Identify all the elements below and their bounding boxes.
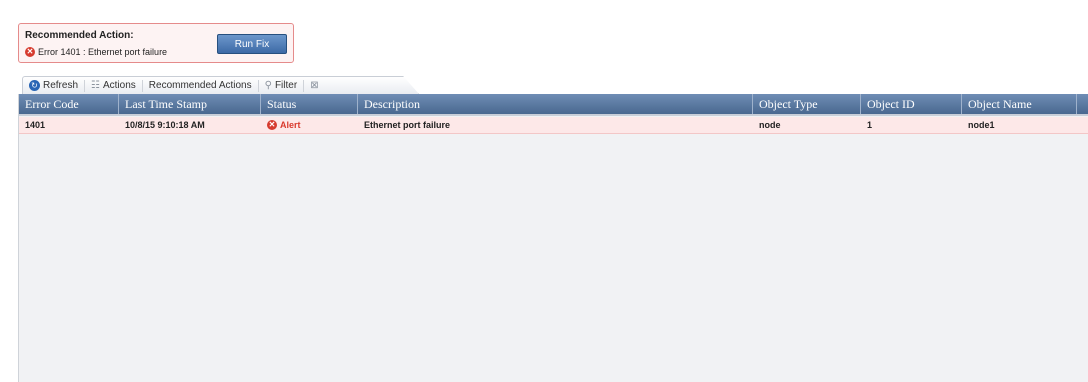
recommended-action-title: Recommended Action:	[25, 30, 134, 41]
refresh-icon: ↻	[29, 80, 40, 91]
column-header-last-time-stamp[interactable]: Last Time Stamp	[119, 94, 261, 114]
cell-object-name: node1	[968, 120, 995, 130]
grid-toolbar: ↻ Refresh ☷ Actions Recommended Actions …	[22, 76, 419, 94]
alert-icon: ✕	[267, 120, 277, 130]
export-icon: ⊠	[310, 80, 319, 91]
recommended-actions-button[interactable]: Recommended Actions	[143, 79, 259, 92]
status-text: Alert	[280, 120, 301, 130]
column-header-description[interactable]: Description	[358, 94, 753, 114]
actions-icon: ☷	[91, 80, 100, 91]
column-header-status[interactable]: Status	[261, 94, 358, 114]
cell-object-type: node	[759, 120, 781, 130]
recommended-action-panel: Recommended Action: ✕ Error 1401 : Ether…	[18, 23, 294, 63]
column-header-object-id[interactable]: Object ID	[861, 94, 962, 114]
run-fix-button[interactable]: Run Fix	[217, 34, 287, 54]
search-icon: ⚲	[264, 80, 272, 91]
export-button[interactable]: ⊠	[304, 80, 324, 92]
error-icon: ✕	[25, 47, 35, 57]
actions-menu-button[interactable]: ☷ Actions	[85, 79, 143, 92]
error-message-text: Error 1401 : Ethernet port failure	[38, 47, 168, 57]
filter-button[interactable]: ⚲ Filter	[259, 79, 305, 92]
cell-description: Ethernet port failure	[364, 120, 451, 130]
recommended-actions-label: Recommended Actions	[148, 80, 252, 91]
cell-time-stamp: 10/8/15 9:10:18 AM	[125, 120, 205, 130]
table-row[interactable]: 1401 10/8/15 9:10:18 AM ✕ Alert Ethernet…	[19, 117, 1088, 134]
cell-object-id: 1	[867, 120, 873, 130]
actions-label: Actions	[102, 80, 136, 91]
refresh-label: Refresh	[43, 80, 79, 91]
recommended-action-message: ✕ Error 1401 : Ethernet port failure	[25, 47, 167, 57]
cell-status: ✕ Alert	[261, 117, 358, 133]
filter-label: Filter	[274, 80, 298, 91]
events-grid: Error Code Last Time Stamp Status Descri…	[18, 94, 1088, 382]
column-header-error-code[interactable]: Error Code	[19, 94, 119, 114]
refresh-button[interactable]: ↻ Refresh	[23, 79, 86, 92]
grid-header: Error Code Last Time Stamp Status Descri…	[19, 94, 1088, 116]
cell-error-code: 1401	[25, 120, 46, 130]
column-header-object-type[interactable]: Object Type	[753, 94, 861, 114]
column-header-object-name[interactable]: Object Name	[962, 94, 1077, 114]
